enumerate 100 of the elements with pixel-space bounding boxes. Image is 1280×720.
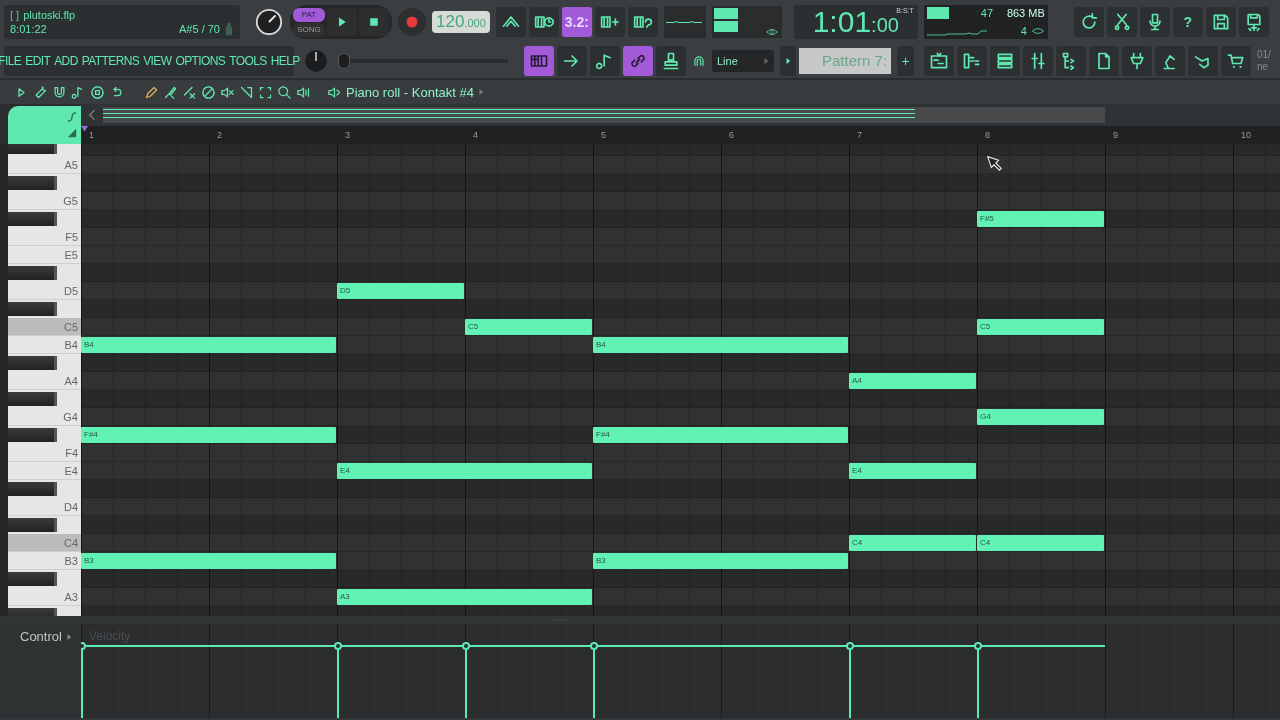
tool-button[interactable] <box>557 46 587 76</box>
window-button[interactable] <box>1023 46 1053 76</box>
note[interactable]: B3 <box>593 553 848 569</box>
natural-key[interactable]: G5 <box>8 192 81 210</box>
natural-key[interactable]: C5 <box>8 318 81 336</box>
velocity-stems-drawing[interactable] <box>81 642 1106 718</box>
menu-item[interactable]: OPTIONS <box>175 54 226 68</box>
slider-thumb[interactable] <box>338 53 350 69</box>
magnet-icon[interactable] <box>52 84 67 100</box>
window-button[interactable] <box>1089 46 1119 76</box>
record-button[interactable] <box>398 8 426 36</box>
magnet-icon[interactable] <box>692 54 706 68</box>
natural-key[interactable]: D5 <box>8 282 81 300</box>
note[interactable]: A4 <box>849 373 976 389</box>
caret-icon[interactable] <box>65 633 72 641</box>
window-button[interactable] <box>1122 46 1152 76</box>
natural-key[interactable]: B3 <box>8 552 81 570</box>
mode-toggle[interactable]: PAT <box>293 7 325 22</box>
menu-item[interactable]: EDIT <box>25 54 51 68</box>
wrench-icon[interactable] <box>33 84 48 100</box>
menu-item[interactable]: TOOLS <box>229 54 267 68</box>
brush-icon[interactable] <box>163 84 178 100</box>
window-button[interactable] <box>957 46 987 76</box>
app-button[interactable] <box>1073 7 1104 37</box>
natural-key[interactable]: A5 <box>8 156 81 174</box>
note[interactable]: F#5 <box>977 211 1104 227</box>
mode-toggle[interactable]: SONG <box>293 22 325 37</box>
tool-button[interactable] <box>656 46 686 76</box>
slice-icon[interactable] <box>239 84 254 100</box>
speaker-icon[interactable] <box>327 84 342 100</box>
caret-icon <box>763 57 769 65</box>
window-button[interactable] <box>1155 46 1185 76</box>
natural-key[interactable]: E4 <box>8 462 81 480</box>
app-button[interactable] <box>1139 7 1170 37</box>
note[interactable]: B4 <box>593 337 848 353</box>
natural-key[interactable]: A3 <box>8 588 81 606</box>
note[interactable]: G4 <box>977 409 1104 425</box>
tool-button[interactable] <box>627 7 658 37</box>
time-ruler[interactable]: 1 2 3 4 5 6 7 8 9 10 <box>81 126 1280 144</box>
tool-button[interactable] <box>623 46 653 76</box>
natural-key[interactable]: G4 <box>8 408 81 426</box>
natural-key[interactable]: D4 <box>8 498 81 516</box>
note[interactable]: C5 <box>977 319 1104 335</box>
window-button[interactable] <box>1188 46 1218 76</box>
speaker-icon[interactable] <box>296 84 311 100</box>
note[interactable]: C5 <box>465 319 592 335</box>
tool-button[interactable] <box>495 7 526 37</box>
note[interactable]: E4 <box>849 463 976 479</box>
natural-key[interactable]: B4 <box>8 336 81 354</box>
tool-button[interactable] <box>528 7 559 37</box>
menu-item[interactable]: HELP <box>270 54 300 68</box>
note[interactable]: F#4 <box>593 427 848 443</box>
natural-key[interactable]: F5 <box>8 228 81 246</box>
note[interactable]: B4 <box>81 337 336 353</box>
select-icon[interactable] <box>258 84 273 100</box>
stop-button[interactable] <box>359 8 389 36</box>
note-color-tab[interactable] <box>8 106 81 144</box>
app-button[interactable]: ? <box>1172 7 1203 37</box>
note-grid[interactable]: F#5 D5 C5 C5 B4 B4 A4 G4 F#4 F#4 E4 E4 C4 C4 B3 B3 A3 <box>81 144 1280 616</box>
app-button[interactable] <box>1205 7 1236 37</box>
natural-key[interactable]: F4 <box>8 444 81 462</box>
window-button[interactable] <box>990 46 1020 76</box>
note[interactable]: E4 <box>337 463 592 479</box>
natural-key[interactable]: A4 <box>8 372 81 390</box>
pencil-icon[interactable] <box>144 84 159 100</box>
control-label[interactable]: Control <box>20 629 62 644</box>
master-volume-knob[interactable] <box>254 7 284 37</box>
mute-icon[interactable] <box>220 84 235 100</box>
no-sign-icon[interactable] <box>201 84 216 100</box>
pattern-arrow-button[interactable] <box>780 46 796 76</box>
tool-button[interactable]: 3.2: <box>561 7 592 37</box>
level-bar <box>713 21 738 32</box>
zoom-icon[interactable] <box>277 84 292 100</box>
app-button[interactable] <box>1238 7 1269 37</box>
note[interactable]: A3 <box>337 589 592 605</box>
playlist-icon <box>929 51 949 71</box>
tool-button[interactable] <box>590 46 620 76</box>
caret-icon[interactable] <box>477 88 484 96</box>
note[interactable]: C4 <box>849 535 976 551</box>
paint-delete-icon[interactable] <box>182 84 197 100</box>
window-button[interactable] <box>1056 46 1086 76</box>
add-pattern-button[interactable]: + <box>897 46 914 76</box>
tool-button[interactable] <box>524 46 554 76</box>
note[interactable]: B3 <box>81 553 336 569</box>
note[interactable]: D5 <box>337 283 464 299</box>
app-button[interactable] <box>1106 7 1137 37</box>
window-button[interactable] <box>1221 46 1251 76</box>
play-button[interactable] <box>327 8 357 36</box>
menu-item[interactable]: ADD <box>54 54 78 68</box>
note[interactable]: C4 <box>977 535 1104 551</box>
natural-key[interactable]: E5 <box>8 246 81 264</box>
natural-key[interactable]: C4 <box>8 534 81 552</box>
scroll-bar[interactable] <box>103 107 1105 123</box>
window-button[interactable] <box>924 46 954 76</box>
menu-item[interactable]: FILE <box>0 54 22 68</box>
tool-button[interactable] <box>594 7 625 37</box>
note[interactable]: F#4 <box>81 427 336 443</box>
menu-item[interactable]: VIEW <box>143 54 172 68</box>
menu-item[interactable]: PATTERNS <box>81 54 140 68</box>
snap-dropdown[interactable]: Line <box>712 50 774 72</box>
